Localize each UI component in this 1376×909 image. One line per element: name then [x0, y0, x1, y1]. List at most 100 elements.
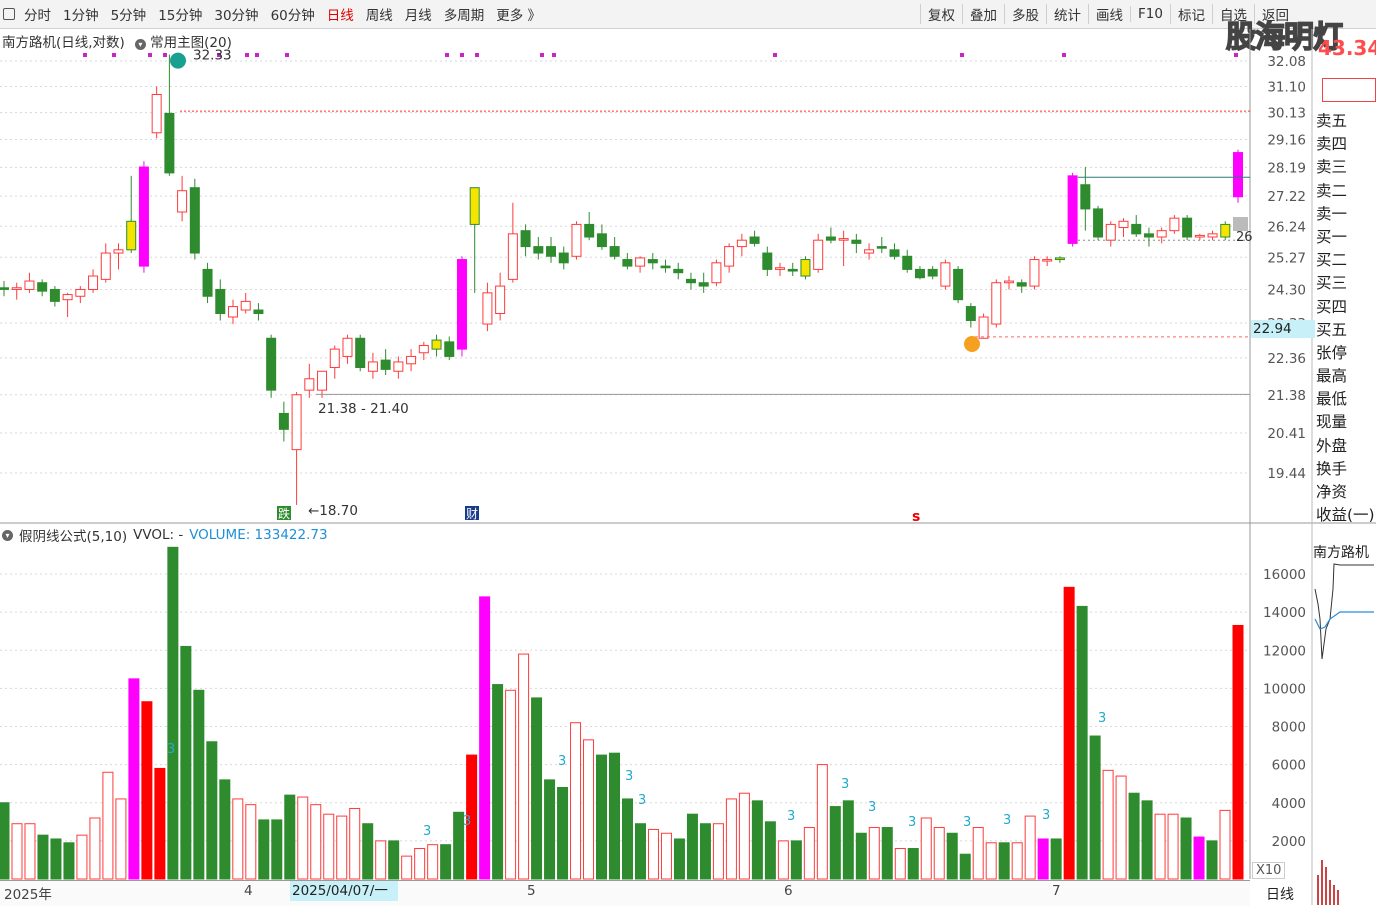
- chevron-down-icon[interactable]: ▾: [134, 39, 146, 50]
- volume-bar: [1206, 840, 1218, 880]
- volume-tick-label: 14000: [1263, 605, 1306, 621]
- candle-body: [1016, 282, 1027, 287]
- range-label: 21.38 - 21.40: [318, 401, 409, 417]
- candle-body: [482, 292, 493, 325]
- volume-bar: [1115, 775, 1127, 880]
- tab-period-3[interactable]: 15分钟: [152, 4, 208, 24]
- tool-button-5[interactable]: F10: [1130, 6, 1170, 22]
- candle-body: [0, 287, 9, 290]
- period-label[interactable]: 日线: [1266, 884, 1294, 904]
- selected-date: 2025/04/07/一: [290, 881, 398, 901]
- order-book-label: 买三: [1316, 274, 1348, 293]
- order-book-label: 买五: [1316, 320, 1348, 339]
- order-book-label: 最高: [1316, 367, 1348, 386]
- volume-bar: [868, 827, 880, 880]
- candle-body: [431, 339, 442, 350]
- volume-bar: [570, 722, 582, 880]
- volume-bar: [76, 834, 88, 880]
- order-book-label: 净资: [1316, 483, 1348, 501]
- volume-bar: [518, 653, 530, 880]
- volume-bar: [193, 689, 205, 880]
- tool-button-3[interactable]: 统计: [1046, 4, 1088, 24]
- indicator-dropdown[interactable]: ▾ 常用主图(20): [134, 31, 232, 51]
- candle-body: [978, 316, 989, 339]
- tool-button-1[interactable]: 叠加: [962, 4, 1004, 24]
- price-tick-label: 30.13: [1267, 106, 1306, 122]
- zoom-x10-button[interactable]: X10: [1252, 862, 1286, 879]
- volume-bar: [725, 798, 737, 880]
- signal-dot: [1234, 53, 1238, 57]
- order-book-label: 买四: [1316, 297, 1348, 316]
- tab-period-2[interactable]: 5分钟: [105, 4, 153, 24]
- volume-bar: [414, 848, 426, 880]
- tool-button-2[interactable]: 多股: [1004, 4, 1046, 24]
- signal-3-label: 3: [1098, 711, 1106, 726]
- candle-body: [800, 259, 811, 277]
- tab-period-0[interactable]: 分时: [18, 4, 57, 24]
- volume-bar: [531, 697, 543, 880]
- candle-body: [202, 268, 213, 297]
- period-toolbar: 分时 1分钟 5分钟 15分钟 30分钟 60分钟 日线 周线 月线 多周期 更多 》 复权 叠加 多股…: [0, 0, 1376, 29]
- volume-bar: [1193, 836, 1205, 880]
- panel-toggle-icon[interactable]: [0, 0, 18, 28]
- sell-input-box[interactable]: [1322, 78, 1376, 102]
- candle-body: [240, 300, 251, 311]
- candle-body: [151, 93, 162, 134]
- candle-body: [558, 252, 569, 264]
- main-legend: 南方路机(日线,对数) ▾ 常用主图(20): [2, 31, 232, 51]
- signal-3-label: 3: [423, 824, 431, 839]
- candle-body: [1143, 233, 1154, 238]
- signal-dot: [552, 53, 556, 57]
- candle-body: [851, 239, 862, 244]
- candle-body: [825, 236, 836, 241]
- volume-bar: [1076, 605, 1088, 880]
- signal-dot: [255, 53, 259, 57]
- candle-body: [940, 262, 951, 287]
- tab-period-8[interactable]: 月线: [399, 4, 438, 24]
- candle-body: [88, 275, 99, 290]
- volume-bar: [167, 546, 179, 880]
- tab-period-1[interactable]: 1分钟: [57, 4, 105, 24]
- date-label: 4: [244, 883, 253, 899]
- volume-bar: [894, 848, 906, 880]
- tab-period-7[interactable]: 周线: [360, 4, 399, 24]
- candle-body: [37, 282, 48, 292]
- volume-bar: [660, 832, 672, 880]
- candle-body: [278, 412, 289, 430]
- order-book-label: 最低: [1316, 390, 1348, 409]
- tool-button-6[interactable]: 标记: [1169, 4, 1212, 24]
- volume-bar: [388, 840, 400, 880]
- tab-period-9[interactable]: 多周期: [438, 4, 491, 24]
- candle-body: [991, 282, 1002, 325]
- candle-body: [291, 394, 302, 451]
- chevron-down-icon[interactable]: ▾: [2, 529, 13, 541]
- candle-body: [596, 233, 607, 248]
- candle-body: [673, 268, 684, 274]
- volume-bar: [946, 832, 958, 880]
- tool-button-0[interactable]: 复权: [920, 4, 962, 24]
- stock-title[interactable]: 南方路机(日线,对数): [2, 31, 125, 51]
- kline-chart[interactable]: 32.08 31.10 30.13 29.16 28.19 27.22 26.24 25.27…: [0, 29, 1376, 905]
- candle-body: [355, 337, 366, 369]
- volume-bar: [544, 779, 556, 880]
- candle-body: [520, 230, 531, 248]
- tool-button-4[interactable]: 画线: [1088, 4, 1130, 24]
- volume-bar: [102, 771, 114, 880]
- candle-body: [253, 309, 264, 315]
- signal-dot: [773, 53, 777, 57]
- candle-body: [177, 190, 188, 213]
- tab-period-10[interactable]: 更多 》: [490, 4, 547, 24]
- volume-bar: [751, 800, 763, 880]
- high-marker-icon: [170, 52, 186, 69]
- candle-body: [698, 282, 709, 287]
- tab-period-5[interactable]: 60分钟: [265, 4, 321, 24]
- signal-3-label: 3: [868, 800, 876, 815]
- candle-body: [685, 278, 696, 284]
- candle-body: [227, 306, 238, 318]
- price-tick-label: 19.44: [1267, 466, 1306, 482]
- tab-period-6[interactable]: 日线: [321, 4, 360, 24]
- tab-period-4[interactable]: 30分钟: [208, 4, 264, 24]
- formula-label[interactable]: 假阴线公式(5,10): [19, 525, 127, 545]
- signal-3-label: 3: [638, 793, 646, 808]
- order-book-label: 卖三: [1316, 158, 1348, 177]
